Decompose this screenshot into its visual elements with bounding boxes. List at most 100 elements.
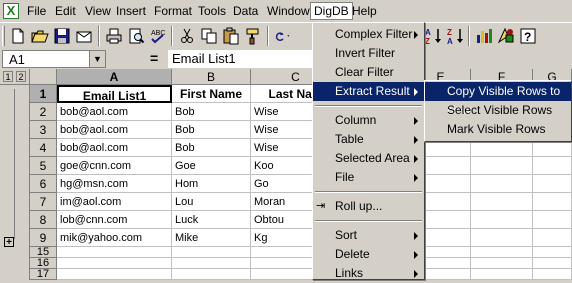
spelling-icon[interactable]: ABC [148, 26, 168, 46]
paste-clipboard-icon[interactable] [221, 26, 241, 46]
menu-help[interactable]: Help [352, 3, 377, 19]
menu-item-selected-area[interactable]: Selected Area [313, 149, 424, 168]
menu-format[interactable]: Format [154, 3, 192, 19]
outline-expand-plus-icon[interactable]: + [4, 237, 14, 248]
empty-cell[interactable] [533, 211, 572, 229]
name-box[interactable]: A1 ▼ [2, 50, 106, 68]
empty-cell[interactable] [172, 258, 251, 269]
undo-icon[interactable] [273, 26, 301, 46]
excel-app-icon[interactable]: X [3, 3, 19, 19]
row-header-3[interactable]: 3 [30, 121, 57, 139]
empty-cell[interactable] [471, 157, 533, 175]
cell-b1[interactable]: First Name [172, 85, 251, 103]
menu-digdb[interactable]: DigDB [310, 2, 353, 20]
menu-item-roll-up[interactable]: ⇥ Roll up... [313, 197, 424, 216]
column-header-b[interactable]: B [172, 69, 251, 85]
menu-item-extract-result[interactable]: Extract Result [313, 82, 424, 101]
empty-cell[interactable] [533, 229, 572, 247]
menu-window[interactable]: Window [267, 3, 310, 19]
empty-cell[interactable] [533, 175, 572, 193]
menu-tools[interactable]: Tools [198, 3, 226, 19]
open-folder-icon[interactable] [30, 26, 50, 46]
empty-cell[interactable] [57, 258, 172, 269]
table-cell[interactable]: Mike [172, 229, 251, 247]
menu-item-file[interactable]: File [313, 168, 424, 187]
menu-item-complex-filter[interactable]: Complex Filter [313, 25, 424, 44]
menu-item-sort[interactable]: Sort [313, 226, 424, 245]
table-cell[interactable]: hg@msn.com [57, 175, 172, 193]
menu-item-clear-filter[interactable]: Clear Filter [313, 63, 424, 82]
row-header-17[interactable]: 17 [30, 269, 57, 280]
sort-descending-icon[interactable]: ZA [446, 26, 466, 46]
table-cell[interactable]: Luck [172, 211, 251, 229]
row-header-2[interactable]: 2 [30, 103, 57, 121]
toolbar-grip[interactable] [2, 26, 5, 46]
formula-input[interactable]: Email List1 [168, 50, 318, 68]
menu-item-mark-visible-rows[interactable]: Mark Visible Rows [425, 120, 571, 139]
menu-edit[interactable]: Edit [55, 3, 76, 19]
print-icon[interactable] [104, 26, 124, 46]
menu-data[interactable]: Data [233, 3, 258, 19]
empty-cell[interactable] [533, 258, 572, 269]
table-cell[interactable]: mik@yahoo.com [57, 229, 172, 247]
menu-item-select-visible-rows[interactable]: Select Visible Rows [425, 101, 571, 120]
menu-item-column[interactable]: Column [313, 111, 424, 130]
table-cell[interactable]: im@aol.com [57, 193, 172, 211]
row-header-6[interactable]: 6 [30, 175, 57, 193]
menu-item-copy-visible-rows[interactable]: Copy Visible Rows to New [425, 82, 571, 117]
drawing-icon[interactable] [496, 26, 516, 46]
outline-level-2-button[interactable]: 2 [16, 71, 26, 82]
row-header-1[interactable]: 1 [30, 85, 57, 103]
column-header-a[interactable]: A [57, 69, 172, 85]
empty-cell[interactable] [471, 269, 533, 280]
empty-cell[interactable] [471, 193, 533, 211]
menu-file[interactable]: File [27, 3, 46, 19]
empty-cell[interactable] [471, 247, 533, 258]
row-header-5[interactable]: 5 [30, 157, 57, 175]
copy-icon[interactable] [199, 26, 219, 46]
empty-cell[interactable] [471, 258, 533, 269]
table-cell[interactable]: bob@aol.com [57, 103, 172, 121]
empty-cell[interactable] [172, 247, 251, 258]
row-header-8[interactable]: 8 [30, 211, 57, 229]
menu-view[interactable]: View [85, 3, 111, 19]
menu-insert[interactable]: Insert [116, 3, 146, 19]
menu-item-delete[interactable]: Delete [313, 245, 424, 264]
save-disk-icon[interactable] [52, 26, 72, 46]
sort-ascending-icon[interactable]: AZ [424, 26, 444, 46]
table-cell[interactable]: bob@aol.com [57, 139, 172, 157]
row-header-9[interactable]: 9 [30, 229, 57, 247]
table-cell[interactable]: Lou [172, 193, 251, 211]
row-header-4[interactable]: 4 [30, 139, 57, 157]
table-cell[interactable]: lob@cnn.com [57, 211, 172, 229]
cut-scissors-icon[interactable] [177, 26, 197, 46]
empty-cell[interactable] [533, 157, 572, 175]
table-cell[interactable]: Bob [172, 103, 251, 121]
chevron-down-icon[interactable]: ▼ [89, 51, 105, 67]
outline-level-1-button[interactable]: 1 [3, 71, 13, 82]
empty-cell[interactable] [471, 229, 533, 247]
empty-cell[interactable] [172, 269, 251, 280]
email-icon[interactable] [74, 26, 94, 46]
empty-cell[interactable] [533, 247, 572, 258]
row-header-7[interactable]: 7 [30, 193, 57, 211]
menu-item-table[interactable]: Table [313, 130, 424, 149]
empty-cell[interactable] [533, 269, 572, 280]
cell-a1-active[interactable]: Email List1 [57, 85, 172, 103]
chart-wizard-icon[interactable] [474, 26, 494, 46]
table-cell[interactable]: Bob [172, 121, 251, 139]
menu-item-invert-filter[interactable]: Invert Filter [313, 44, 424, 63]
table-cell[interactable]: bob@aol.com [57, 121, 172, 139]
help-icon[interactable]: ? [518, 26, 538, 46]
table-cell[interactable]: goe@cnn.com [57, 157, 172, 175]
table-cell[interactable]: Goe [172, 157, 251, 175]
empty-cell[interactable] [57, 247, 172, 258]
empty-cell[interactable] [471, 175, 533, 193]
format-painter-icon[interactable] [243, 26, 263, 46]
menu-item-links[interactable]: Links [313, 264, 424, 283]
table-cell[interactable]: Bob [172, 139, 251, 157]
print-preview-icon[interactable] [126, 26, 146, 46]
empty-cell[interactable] [57, 269, 172, 280]
select-all-corner[interactable] [30, 69, 57, 85]
empty-cell[interactable] [533, 193, 572, 211]
